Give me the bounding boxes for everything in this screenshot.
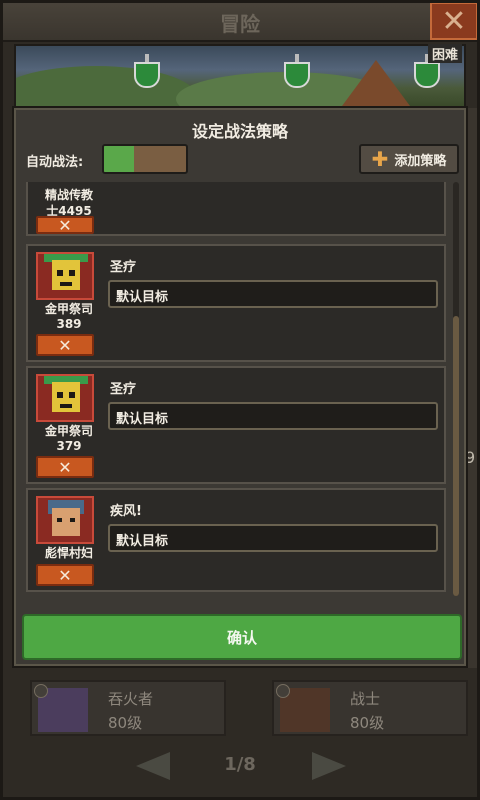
close-icon: ✕ [58, 215, 72, 235]
close-button[interactable]: ✕ [430, 2, 478, 40]
unit-name-line1: 金甲祭司 [44, 424, 93, 438]
remove-strategy-button[interactable]: ✕ [36, 334, 94, 356]
close-icon: ✕ [441, 3, 467, 39]
dialog-title: 设定战法策略 [191, 122, 288, 141]
unit-name-line1: 精战传教 [44, 188, 93, 202]
auto-strategy-toggle[interactable] [102, 144, 188, 174]
skill-name: 圣疗 [110, 260, 137, 275]
remove-strategy-button[interactable]: ✕ [36, 215, 94, 235]
next-page-arrow-icon[interactable] [312, 752, 346, 780]
target-select[interactable]: 默认目标 [108, 524, 438, 552]
village-woman-portrait [36, 496, 94, 544]
unit-name-line2: 389 [56, 317, 82, 331]
add-strategy-label: 添加策略 [394, 153, 447, 169]
target-select[interactable]: 默认目标 [108, 280, 438, 308]
hero-badge-icon [34, 684, 48, 698]
page-title: 冒险 [220, 12, 260, 36]
toggle-on-indicator [104, 146, 134, 172]
strategy-item: 精战传教 士4495 ✕ [26, 182, 446, 236]
hill-shape [16, 66, 196, 106]
hero-card[interactable]: 战士 80级 [272, 680, 468, 736]
hero-level: 80级 [350, 714, 385, 732]
strategy-item: 彪悍村妇 ✕ 疾风! 默认目标 [26, 488, 446, 592]
remove-strategy-button[interactable]: ✕ [36, 564, 94, 586]
top-bar: 冒险 ✕ [0, 0, 480, 42]
adventure-map-banner [14, 44, 466, 108]
unit-name-line2: 379 [56, 439, 82, 453]
background-partial-number: 9 [465, 448, 476, 467]
close-icon: ✕ [58, 335, 72, 355]
hero-name: 战士 [350, 690, 381, 708]
golden-priest-portrait [36, 374, 94, 422]
prev-page-arrow-icon[interactable] [136, 752, 170, 780]
strategy-item: 金甲祭司 379 ✕ 圣疗 默认目标 [26, 366, 446, 484]
scrollbar-thumb[interactable] [453, 316, 459, 596]
pagination: 1/8 [0, 752, 480, 780]
unit-name-line1: 彪悍村妇 [44, 546, 93, 560]
hero-level: 80级 [108, 714, 143, 732]
unit-name-line1: 金甲祭司 [44, 302, 93, 316]
remove-strategy-button[interactable]: ✕ [36, 456, 94, 478]
difficulty-label: 困难 [427, 44, 462, 63]
plus-icon: ✚ [371, 147, 389, 171]
add-strategy-button[interactable]: ✚ 添加策略 [359, 144, 459, 174]
stage-flag-icon[interactable] [132, 54, 162, 94]
hero-badge-icon [276, 684, 290, 698]
volcano-shape [342, 60, 410, 106]
close-icon: ✕ [58, 457, 72, 477]
stage-flag-icon[interactable] [282, 54, 312, 94]
confirm-button[interactable]: 确认 [22, 614, 462, 660]
strategy-dialog: 设定战法策略 自动战法: ✚ 添加策略 精战传教 士4495 ✕ 金甲祭司 38… [14, 108, 466, 666]
page-indicator: 1/8 [224, 754, 256, 775]
strategy-item: 金甲祭司 389 ✕ 圣疗 默认目标 [26, 244, 446, 362]
strategy-list[interactable]: 精战传教 士4495 ✕ 金甲祭司 389 ✕ 圣疗 默认目标 金甲祭司 379… [26, 182, 454, 596]
skill-name: 疾风! [110, 504, 142, 519]
target-select[interactable]: 默认目标 [108, 402, 438, 430]
hero-name: 吞火者 [108, 690, 154, 708]
golden-priest-portrait [36, 252, 94, 300]
strategy-list-scrollbar[interactable] [453, 182, 459, 596]
auto-strategy-label: 自动战法: [26, 155, 84, 170]
close-icon: ✕ [58, 565, 72, 585]
hero-card[interactable]: 吞火者 80级 [30, 680, 226, 736]
skill-name: 圣疗 [110, 382, 137, 397]
